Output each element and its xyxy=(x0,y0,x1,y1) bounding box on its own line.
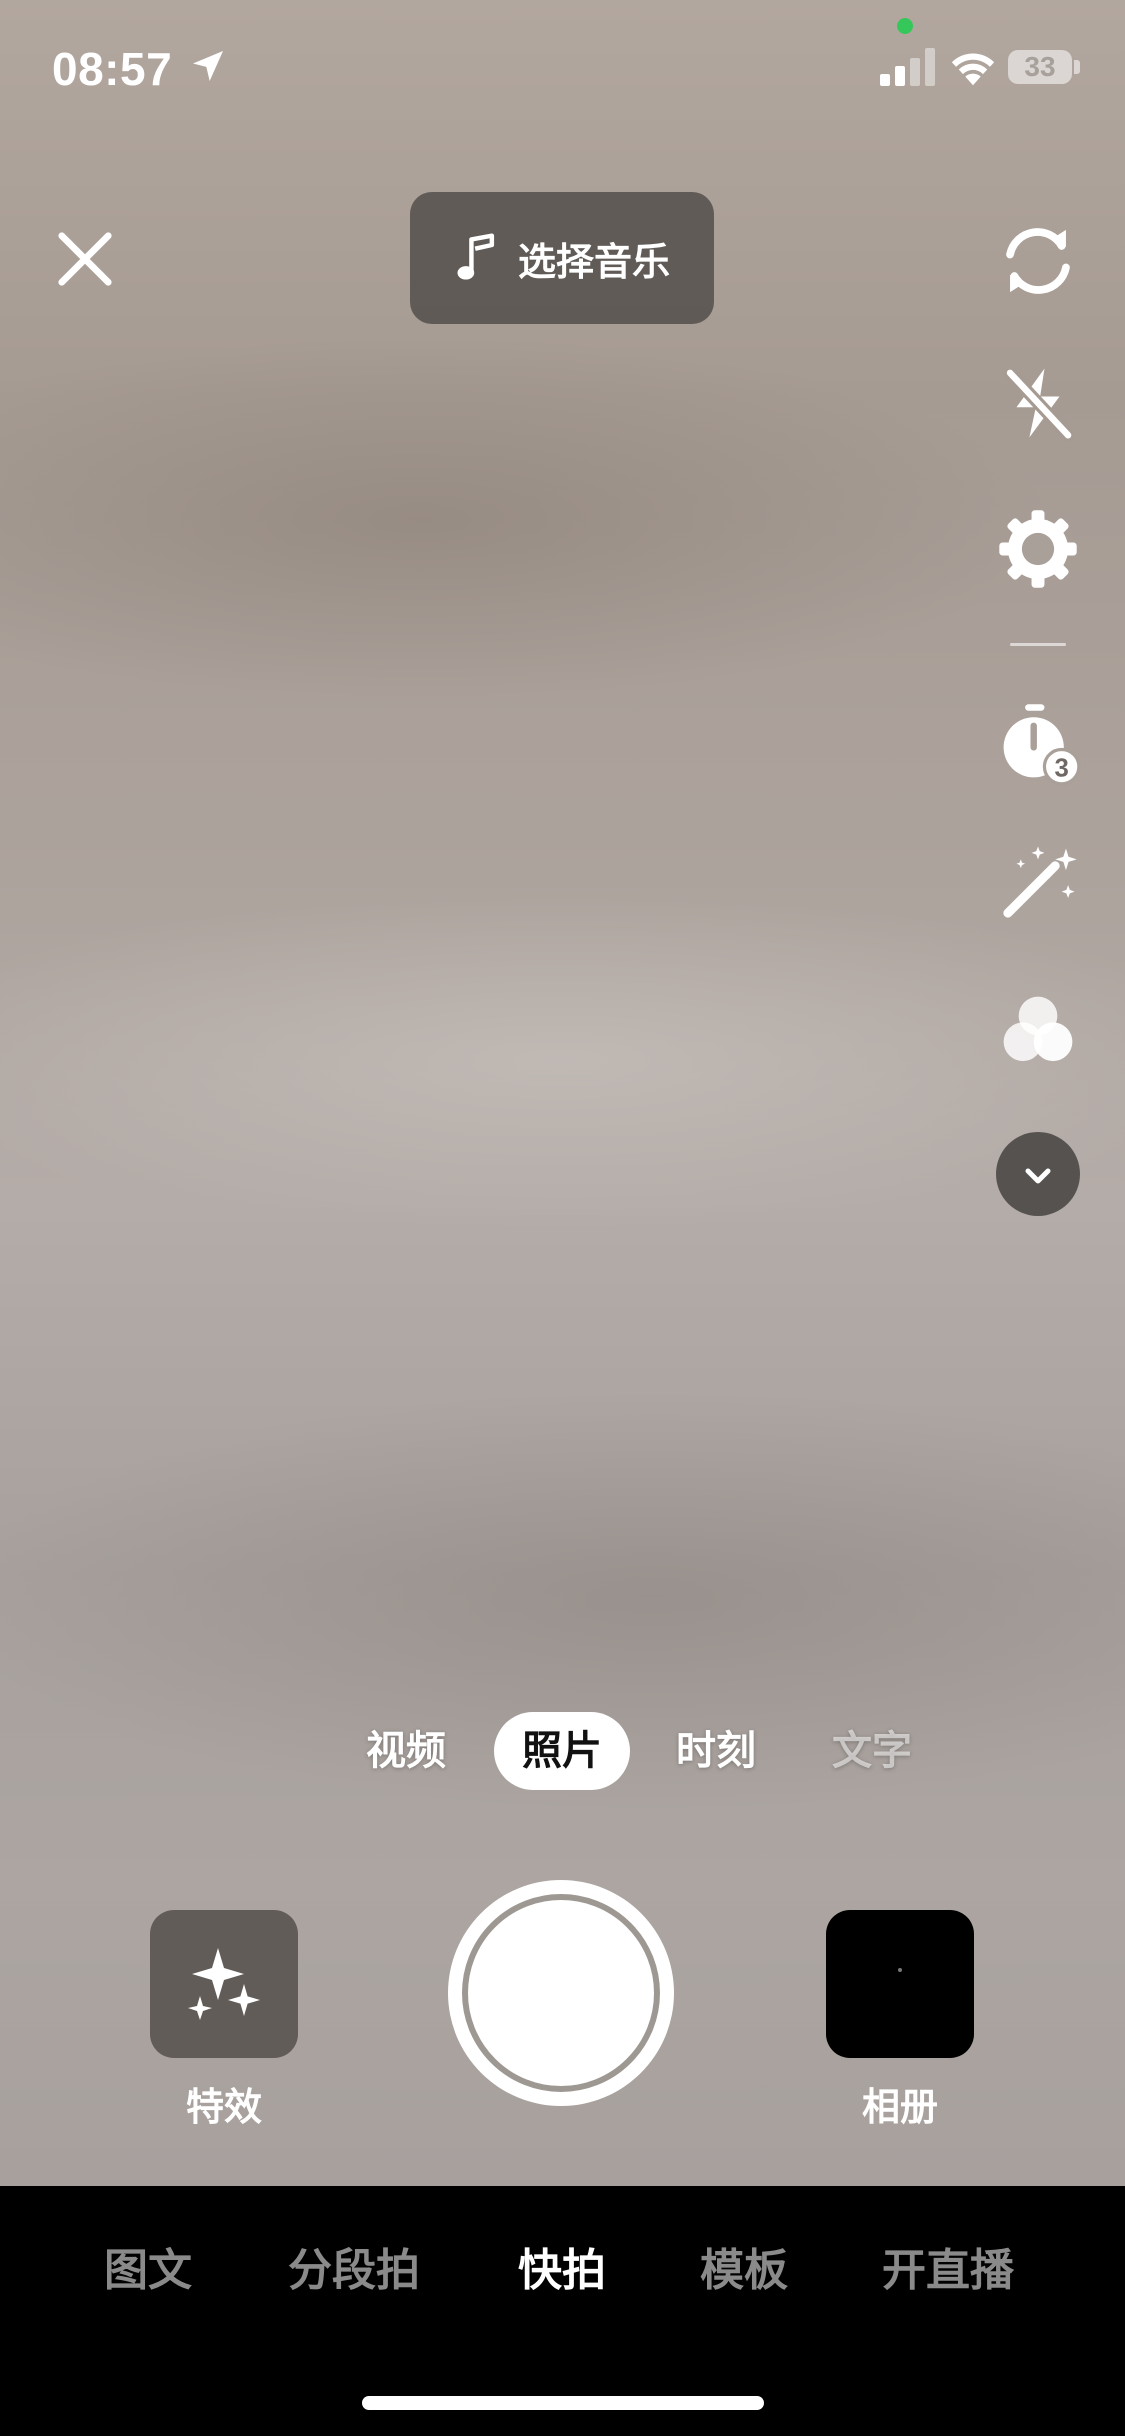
signal-icon xyxy=(880,48,935,86)
privacy-indicator xyxy=(897,18,913,34)
status-time: 08:57 xyxy=(52,43,173,95)
toolbar-divider xyxy=(1010,643,1066,646)
flip-camera-icon[interactable] xyxy=(995,218,1081,304)
battery-nub xyxy=(1074,60,1080,74)
album-thumbnail xyxy=(898,1968,902,1972)
battery-icon: 33 xyxy=(1008,50,1072,84)
mode-photo[interactable]: 照片 xyxy=(494,1712,630,1790)
select-music-button[interactable]: 选择音乐 xyxy=(410,192,714,324)
effects-label: 特效 xyxy=(185,2085,262,2129)
album-label: 相册 xyxy=(861,2085,938,2129)
status-bar: 08:57 33 xyxy=(0,0,1125,140)
effects-button[interactable] xyxy=(150,1910,298,2058)
chevron-down-icon xyxy=(1025,1168,1051,1184)
timer-badge: 3 xyxy=(1054,754,1068,782)
more-tools-button[interactable] xyxy=(996,1132,1080,1216)
music-note-icon xyxy=(457,233,495,280)
settings-gear-icon[interactable] xyxy=(995,506,1081,592)
mode-text[interactable]: 文字 xyxy=(822,1712,922,1790)
flash-off-icon[interactable] xyxy=(995,360,1081,446)
album-button[interactable] xyxy=(826,1910,974,2058)
nav-template[interactable]: 模板 xyxy=(700,2234,788,2298)
location-arrow-icon xyxy=(193,51,223,81)
sparkles-icon xyxy=(188,1948,260,2020)
nav-segment-shoot[interactable]: 分段拍 xyxy=(288,2234,420,2298)
nav-quick-shot[interactable]: 快拍 xyxy=(518,2234,606,2298)
shutter-inner-ring xyxy=(462,1894,660,2092)
home-indicator xyxy=(362,2396,764,2410)
close-icon[interactable] xyxy=(54,228,116,290)
filter-icon[interactable] xyxy=(995,988,1081,1074)
timer-icon[interactable]: 3 xyxy=(995,700,1081,786)
beauty-wand-icon[interactable] xyxy=(995,840,1081,926)
mode-moment[interactable]: 时刻 xyxy=(666,1712,766,1790)
capture-mode-tabs: 视频 照片 时刻 文字 xyxy=(0,1712,1125,1796)
shutter-button[interactable] xyxy=(448,1880,674,2106)
wifi-icon xyxy=(951,53,995,86)
select-music-label: 选择音乐 xyxy=(517,239,670,284)
nav-image-text[interactable]: 图文 xyxy=(104,2234,192,2298)
mode-video[interactable]: 视频 xyxy=(356,1712,456,1790)
camera-viewfinder[interactable] xyxy=(0,0,1125,2186)
nav-go-live[interactable]: 开直播 xyxy=(882,2234,1014,2298)
